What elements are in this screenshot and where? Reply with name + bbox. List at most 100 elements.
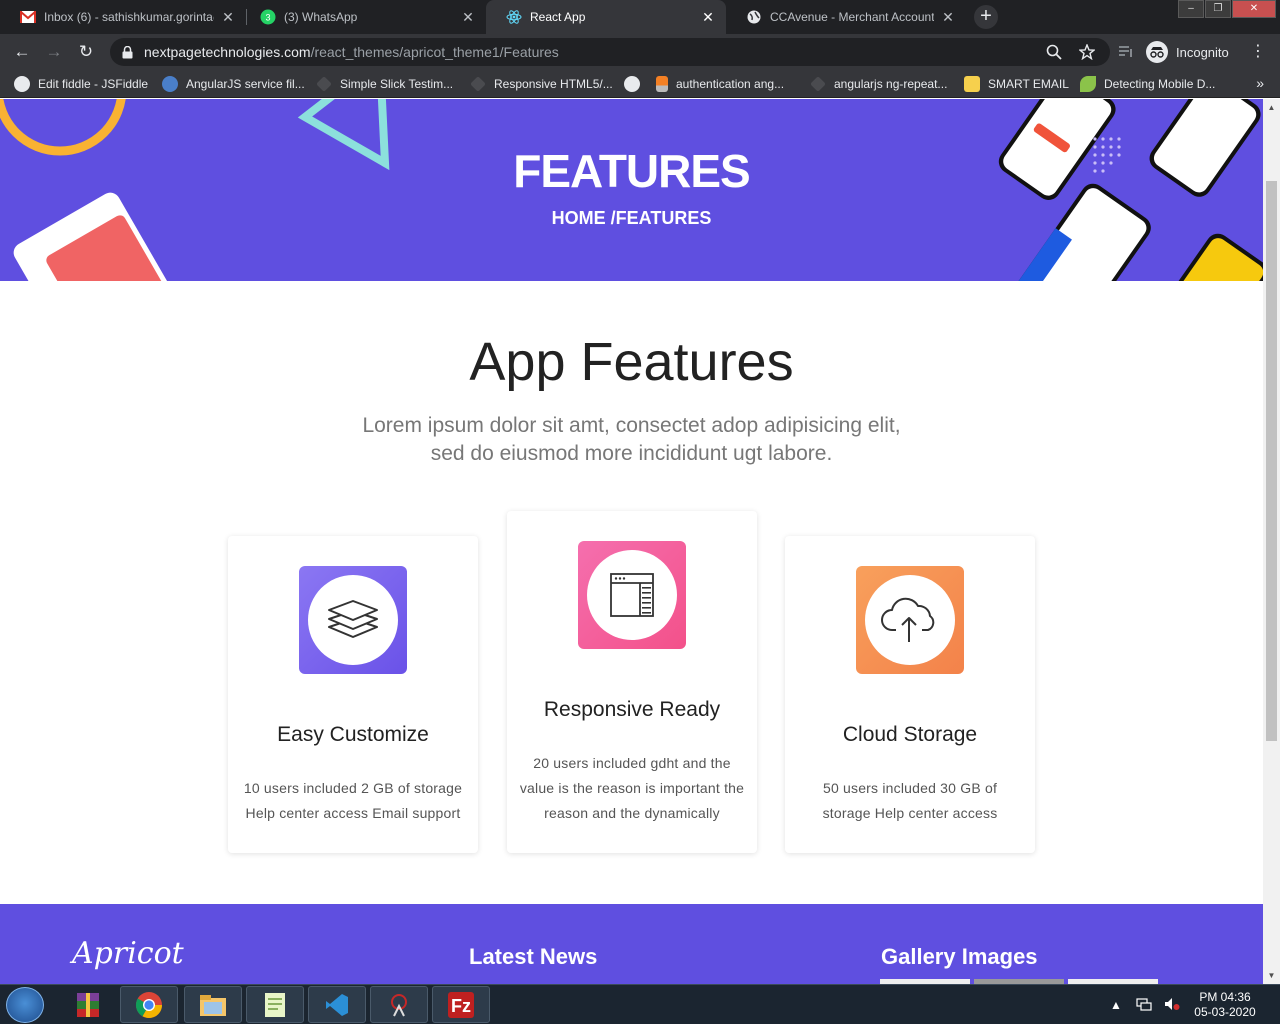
globe-icon [624, 76, 640, 92]
feature-icon-box [299, 566, 407, 674]
window-controls: ‒ ❐ ✕ [1177, 0, 1276, 18]
forward-button[interactable]: → [42, 40, 66, 64]
site-footer: Apricot Latest News Gallery Images [0, 904, 1263, 984]
react-icon [506, 9, 522, 25]
close-tab-icon[interactable]: ✕ [460, 9, 476, 26]
bookmark-label: Edit fiddle - JSFiddle [38, 77, 149, 91]
tab-title: React App [530, 10, 586, 24]
bookmark-angularjs-service[interactable]: AngularJS service fil... [162, 76, 305, 92]
bookmark-label: Detecting Mobile D... [1104, 77, 1216, 91]
bookmarks-bar: Edit fiddle - JSFiddle AngularJS service… [0, 70, 1280, 98]
close-tab-icon[interactable]: ✕ [940, 9, 956, 26]
section-title: App Features [469, 332, 794, 392]
cloud-upload-icon [865, 575, 955, 665]
close-tab-icon[interactable]: ✕ [220, 9, 236, 26]
bookmark-label: Simple Slick Testim... [340, 77, 454, 91]
tab-whatsapp[interactable]: 3 (3) WhatsApp ✕ [240, 0, 486, 34]
bookmark-jsfiddle[interactable]: Edit fiddle - JSFiddle [14, 76, 148, 92]
show-hidden-icons-icon[interactable]: ▲ [1110, 998, 1122, 1012]
tab-gmail[interactable]: Inbox (6) - sathishkumar.gorinta@ ✕ [0, 0, 246, 34]
bookmark-ng-repeat[interactable]: angularjs ng-repeat... [810, 76, 947, 92]
tab-title: Inbox (6) - sathishkumar.gorinta@ [44, 10, 214, 24]
tab-ccavenue[interactable]: CCAvenue - Merchant Accounting ✕ [726, 0, 966, 34]
address-bar[interactable]: nextpagetechnologies.com/react_themes/ap… [110, 38, 1110, 66]
svg-text:Fz: Fz [451, 996, 471, 1016]
back-button[interactable]: ← [10, 40, 34, 64]
section-subtitle: Lorem ipsum dolor sit amt, consectet ado… [362, 414, 901, 465]
start-button[interactable] [6, 987, 44, 1023]
feature-title: Cloud Storage [842, 723, 978, 746]
volume-muted-icon[interactable] [1164, 997, 1180, 1014]
email-icon [964, 76, 980, 92]
stackoverflow-icon [656, 76, 668, 92]
winrar-icon[interactable] [59, 986, 117, 1023]
clock-date: 05-03-2020 [1194, 1005, 1256, 1019]
feature-icon-box [578, 541, 686, 649]
snipping-tool-icon[interactable] [370, 986, 428, 1023]
more-bookmarks-icon[interactable]: » [1256, 75, 1264, 91]
bookmark-label: AngularJS service fil... [186, 77, 305, 91]
zoom-icon[interactable] [1046, 44, 1064, 62]
notepad-plus-plus-icon[interactable] [246, 986, 304, 1023]
filezilla-icon[interactable]: Fz [432, 986, 490, 1023]
feature-card-cloud-storage: Cloud Storage 50 users included 30 GB of… [785, 536, 1035, 853]
bookmark-smart-email[interactable]: SMART EMAIL [964, 76, 1069, 92]
bookmark-label: angularjs ng-repeat... [834, 77, 948, 91]
incognito-icon [1146, 41, 1168, 63]
network-icon[interactable] [1136, 997, 1152, 1014]
incognito-indicator[interactable]: Incognito [1146, 40, 1229, 64]
gmail-icon [20, 9, 36, 25]
bookmark-responsive-html5[interactable]: Responsive HTML5/... [470, 76, 613, 92]
feature-title: Easy Customize [277, 723, 429, 746]
close-window-button[interactable]: ✕ [1232, 0, 1276, 18]
tab-title: CCAvenue - Merchant Accounting [770, 10, 934, 24]
system-tray: ▲ [1110, 985, 1180, 1024]
new-tab-button[interactable]: + [974, 5, 998, 29]
svg-text:3: 3 [265, 13, 270, 23]
bookmark-label: Responsive HTML5/... [494, 77, 613, 91]
bookmark-detecting-mobile[interactable]: Detecting Mobile D... [1080, 76, 1215, 92]
os-taskbar: Fz ▲ PM 04:36 05-03-2020 [0, 984, 1280, 1024]
feature-text: 10 users included 2 GB of storage Help c… [243, 780, 463, 821]
reload-button[interactable]: ↻ [74, 40, 98, 64]
feature-text: 20 users included gdht and the value is … [519, 755, 745, 821]
vscode-icon[interactable] [308, 986, 366, 1023]
minimize-button[interactable]: ‒ [1178, 0, 1204, 18]
url-host: nextpagetechnologies.com [144, 44, 311, 60]
feature-text: 50 users included 30 GB of storage Help … [822, 780, 998, 821]
codepen-icon [810, 76, 826, 92]
bookmark-label: authentication ang... [676, 77, 785, 91]
system-clock[interactable]: PM 04:36 05-03-2020 [1190, 990, 1260, 1020]
tab-react-app[interactable]: React App ✕ [486, 0, 726, 34]
close-tab-icon[interactable]: ✕ [700, 9, 716, 26]
feature-card-responsive-ready: Responsive Ready 20 users included gdht … [507, 511, 757, 853]
menu-icon[interactable]: ⋮ [1250, 42, 1266, 62]
chrome-icon[interactable] [120, 986, 178, 1023]
page-scrollbar[interactable]: ▲ ▼ [1263, 99, 1280, 984]
layers-icon [308, 575, 398, 665]
clock-time: PM 04:36 [1199, 990, 1251, 1004]
footer-heading-gallery: Gallery Images [881, 944, 1038, 969]
breadcrumb[interactable]: HOME /FEATURES [0, 208, 1263, 229]
feature-icon-box [856, 566, 964, 674]
bookmark-slick-testimonials[interactable]: Simple Slick Testim... [316, 76, 453, 92]
feature-title: Responsive Ready [543, 698, 721, 721]
media-icon[interactable] [1118, 44, 1136, 62]
page-title: FEATURES [513, 145, 751, 197]
feature-card-easy-customize: Easy Customize 10 users included 2 GB of… [228, 536, 478, 853]
footer-heading-latest-news: Latest News [469, 944, 598, 969]
globe-icon [746, 9, 762, 25]
page-viewport: FEATURES HOME /FEATURES App Features Lor… [0, 99, 1263, 984]
tab-title: (3) WhatsApp [284, 10, 358, 24]
jsfiddle-icon [14, 76, 30, 92]
file-explorer-icon[interactable] [184, 986, 242, 1023]
scroll-down-icon[interactable]: ▼ [1263, 967, 1280, 984]
browser-toolbar: ← → ↻ nextpagetechnologies.com/react_the… [0, 34, 1280, 70]
bookmark-authentication[interactable]: authentication ang... [656, 76, 784, 92]
scroll-up-icon[interactable]: ▲ [1263, 99, 1280, 116]
star-icon[interactable] [1078, 43, 1097, 62]
maximize-button[interactable]: ❐ [1205, 0, 1231, 18]
scrollbar-thumb[interactable] [1266, 181, 1277, 741]
bookmark-globe[interactable] [624, 76, 648, 92]
footer-logo[interactable]: Apricot [72, 936, 184, 971]
